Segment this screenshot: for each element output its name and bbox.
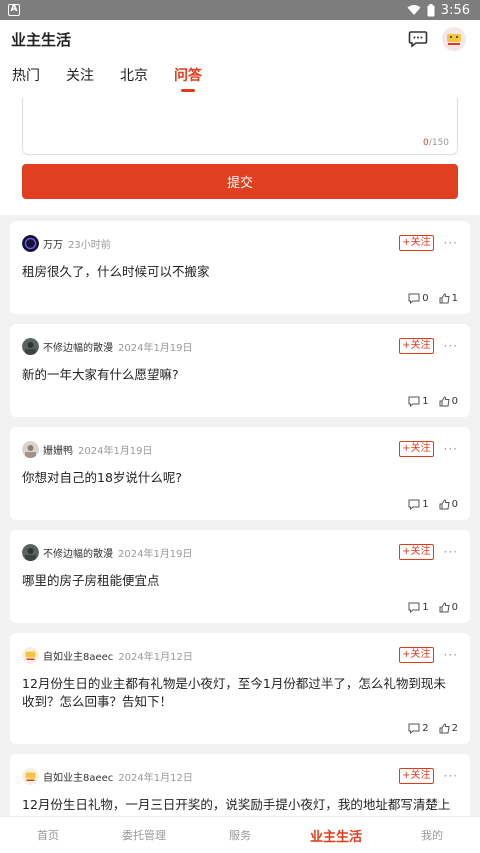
thumbs-up-icon bbox=[439, 499, 450, 510]
user-avatar[interactable] bbox=[22, 646, 39, 664]
status-time: 3:56 bbox=[440, 2, 470, 18]
question-text[interactable]: 新的一年大家有什么愿望嘛? bbox=[22, 366, 458, 384]
nav-mine[interactable]: 我的 bbox=[384, 827, 480, 843]
follow-button[interactable]: +关注 bbox=[399, 338, 434, 354]
bottom-nav: 首页 委托管理 服务 业主生活 我的 bbox=[0, 816, 480, 853]
page-title: 业主生活 bbox=[11, 30, 72, 49]
content-scroll[interactable]: 0/150 提交 万万 23小时前 +关注 ··· 租房很久了，什么时候可以不搬… bbox=[0, 98, 480, 816]
comment-count[interactable]: 1 bbox=[408, 499, 429, 510]
post-time: 2024年1月19日 bbox=[118, 548, 193, 560]
username[interactable]: 自如业主8aeec bbox=[43, 769, 113, 784]
post-card[interactable]: 不修边幅的散漫 2024年1月19日 +关注 ··· 哪里的房子房租能便宜点 1… bbox=[10, 530, 470, 623]
thumbs-up-icon bbox=[439, 293, 450, 304]
user-avatar[interactable] bbox=[22, 337, 39, 355]
tab-qa[interactable]: 问答 bbox=[174, 58, 202, 98]
status-bar: A 3:56 bbox=[0, 0, 480, 20]
comment-count[interactable]: 2 bbox=[408, 723, 429, 734]
thumbs-up-icon bbox=[439, 602, 450, 613]
post-time: 2024年1月12日 bbox=[118, 651, 193, 663]
question-text[interactable]: 租房很久了，什么时候可以不搬家 bbox=[22, 263, 458, 281]
more-options-icon[interactable]: ··· bbox=[444, 769, 458, 783]
comment-icon bbox=[408, 293, 420, 304]
app-bar: 业主生活 bbox=[0, 20, 480, 58]
like-count[interactable]: 0 bbox=[439, 396, 458, 407]
like-count[interactable]: 0 bbox=[439, 499, 458, 510]
battery-icon bbox=[427, 3, 435, 16]
category-tabs: 热门 关注 北京 问答 bbox=[0, 58, 480, 98]
tab-following[interactable]: 关注 bbox=[66, 58, 94, 98]
nav-home[interactable]: 首页 bbox=[0, 827, 96, 843]
profile-avatar[interactable] bbox=[442, 27, 466, 51]
question-input[interactable]: 0/150 bbox=[22, 98, 458, 155]
post-card[interactable]: 自如业主8aeec 2024年1月12日 +关注 ··· 12月份生日的业主都有… bbox=[10, 633, 470, 744]
comment-count[interactable]: 1 bbox=[408, 602, 429, 613]
comment-icon bbox=[408, 602, 420, 613]
question-text[interactable]: 哪里的房子房租能便宜点 bbox=[22, 572, 458, 590]
like-count[interactable]: 0 bbox=[439, 602, 458, 613]
wifi-icon bbox=[407, 5, 421, 15]
more-options-icon[interactable]: ··· bbox=[444, 236, 458, 250]
follow-button[interactable]: +关注 bbox=[399, 441, 434, 457]
comment-icon bbox=[408, 499, 420, 510]
more-options-icon[interactable]: ··· bbox=[444, 648, 458, 662]
like-count[interactable]: 1 bbox=[439, 293, 458, 304]
follow-button[interactable]: +关注 bbox=[399, 647, 434, 663]
post-time: 2024年1月19日 bbox=[78, 445, 153, 457]
char-counter: 0/150 bbox=[423, 138, 449, 148]
more-options-icon[interactable]: ··· bbox=[444, 339, 458, 353]
thumbs-up-icon bbox=[439, 396, 450, 407]
post-time: 23小时前 bbox=[68, 239, 111, 251]
follow-button[interactable]: +关注 bbox=[399, 768, 434, 784]
username[interactable]: 不修边幅的散漫 bbox=[43, 339, 113, 354]
post-time: 2024年1月19日 bbox=[118, 342, 193, 354]
more-options-icon[interactable]: ··· bbox=[444, 442, 458, 456]
tab-hot[interactable]: 热门 bbox=[12, 58, 40, 98]
comment-count[interactable]: 0 bbox=[408, 293, 429, 304]
user-avatar[interactable] bbox=[22, 234, 39, 252]
message-icon[interactable] bbox=[408, 30, 428, 48]
nav-owner-life[interactable]: 业主生活 bbox=[288, 826, 384, 845]
username[interactable]: 不修边幅的散漫 bbox=[43, 545, 113, 560]
group-logo-icon bbox=[447, 34, 461, 45]
follow-button[interactable]: +关注 bbox=[399, 235, 434, 251]
more-options-icon[interactable]: ··· bbox=[444, 545, 458, 559]
comment-icon bbox=[408, 396, 420, 407]
question-text[interactable]: 你想对自己的18岁说什么呢? bbox=[22, 469, 458, 487]
post-time: 2024年1月12日 bbox=[118, 772, 193, 784]
comment-icon bbox=[408, 723, 420, 734]
post-card[interactable]: 不修边幅的散漫 2024年1月19日 +关注 ··· 新的一年大家有什么愿望嘛?… bbox=[10, 324, 470, 417]
post-card[interactable]: 姗姗鸭 2024年1月19日 +关注 ··· 你想对自己的18岁说什么呢? 1 … bbox=[10, 427, 470, 520]
user-avatar[interactable] bbox=[22, 440, 39, 458]
username[interactable]: 万万 bbox=[43, 236, 63, 251]
question-text[interactable]: 12月份生日的业主都有礼物是小夜灯，至今1月份都过半了，怎么礼物到现未收到？怎么… bbox=[22, 675, 458, 711]
post-card[interactable]: 自如业主8aeec 2024年1月12日 +关注 ··· 12月份生日礼物，一月… bbox=[10, 754, 470, 816]
question-composer: 0/150 提交 bbox=[0, 98, 480, 215]
question-text[interactable]: 12月份生日礼物，一月三日开奖的，说奖励手提小夜灯，我的地址都写清楚上交 bbox=[22, 796, 458, 816]
comment-count[interactable]: 1 bbox=[408, 396, 429, 407]
like-count[interactable]: 2 bbox=[439, 723, 458, 734]
submit-button[interactable]: 提交 bbox=[22, 164, 458, 199]
nav-services[interactable]: 服务 bbox=[192, 827, 288, 843]
post-card[interactable]: 万万 23小时前 +关注 ··· 租房很久了，什么时候可以不搬家 0 1 bbox=[10, 221, 470, 314]
user-avatar[interactable] bbox=[22, 543, 39, 561]
thumbs-up-icon bbox=[439, 723, 450, 734]
follow-button[interactable]: +关注 bbox=[399, 544, 434, 560]
nav-entrust-management[interactable]: 委托管理 bbox=[96, 827, 192, 843]
user-avatar[interactable] bbox=[22, 767, 39, 785]
username[interactable]: 自如业主8aeec bbox=[43, 648, 113, 663]
status-right: 3:56 bbox=[407, 3, 470, 18]
tab-beijing[interactable]: 北京 bbox=[120, 58, 148, 98]
username[interactable]: 姗姗鸭 bbox=[43, 442, 73, 457]
notification-a-icon: A bbox=[8, 4, 20, 16]
